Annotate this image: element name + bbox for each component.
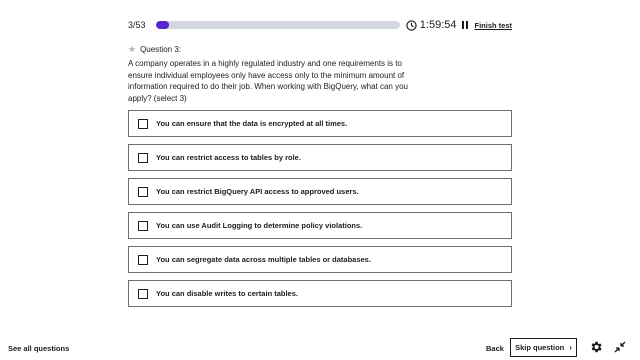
checkbox[interactable] [138,152,148,163]
question-number: Question 3: [140,45,181,54]
answer-option-label: You can use Audit Logging to determine p… [156,221,363,230]
answer-option[interactable]: You can ensure that the data is encrypte… [128,110,512,137]
star-icon[interactable]: ★ [128,44,136,55]
timer-group: 1:59:54 Finish test [406,19,512,31]
checkbox[interactable] [138,186,148,197]
skip-question-button[interactable]: Skip question › [510,338,577,357]
answer-option-label: You can restrict access to tables by rol… [156,153,301,162]
progress-bar-fill [155,21,170,29]
finish-test-button[interactable]: Finish test [474,21,512,30]
see-all-questions-button[interactable]: See all questions [8,344,69,353]
answer-option[interactable]: You can restrict BigQuery API access to … [128,178,512,205]
collapse-icon[interactable] [614,341,626,353]
answer-options: You can ensure that the data is encrypte… [128,110,512,314]
question-header: ★ Question 3: [128,44,181,55]
answer-option-label: You can ensure that the data is encrypte… [156,119,348,128]
answer-option[interactable]: You can segregate data across multiple t… [128,246,512,273]
answer-option[interactable]: You can restrict access to tables by rol… [128,144,512,171]
pause-icon[interactable] [462,21,469,29]
question-counter: 3/53 [128,20,146,30]
clock-icon [406,19,417,31]
chevron-right-icon: › [569,343,572,352]
answer-option-label: You can restrict BigQuery API access to … [156,187,359,196]
answer-option[interactable]: You can use Audit Logging to determine p… [128,212,512,239]
progress-bar [155,21,400,29]
checkbox[interactable] [138,288,148,299]
progress-header: 3/53 1:59:54 Finish test [128,15,512,35]
answer-option-label: You can segregate data across multiple t… [156,255,371,264]
back-button[interactable]: Back [486,344,504,353]
checkbox[interactable] [138,254,148,265]
checkbox[interactable] [138,118,148,129]
question-text: A company operates in a highly regulated… [128,59,408,103]
timer-text: 1:59:54 [419,19,457,31]
checkbox[interactable] [138,220,148,231]
gear-icon[interactable] [589,340,603,354]
answer-option[interactable]: You can disable writes to certain tables… [128,280,512,307]
skip-question-label: Skip question [515,343,565,352]
answer-option-label: You can disable writes to certain tables… [156,289,298,298]
